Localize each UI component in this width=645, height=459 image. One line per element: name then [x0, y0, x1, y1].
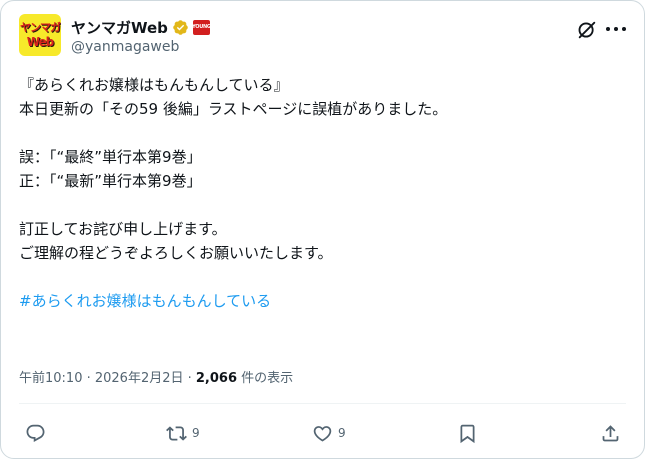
tweet-line — [19, 121, 619, 145]
user-handle[interactable]: @yanmagaweb — [71, 39, 179, 55]
display-name[interactable]: ヤンマガWeb — [71, 17, 168, 38]
action-bar: 9 9 — [1, 419, 645, 447]
share-icon — [602, 424, 619, 441]
name-row: ヤンマガWeb YOUNG — [71, 17, 211, 38]
reply-button[interactable] — [25, 419, 51, 447]
tweet-meta: 午前10:10 · 2026年2月2日 · 2,066 件の表示 — [19, 367, 293, 386]
views-label: 件の表示 — [237, 371, 294, 386]
tweet-line: ご理解の程どうぞよろしくお願いいたします。 — [19, 244, 333, 262]
more-icon[interactable] — [606, 26, 626, 32]
avatar-text-bottom: Web — [26, 35, 55, 49]
retweet-button[interactable]: 9 — [166, 419, 200, 447]
tweet-line: 誤：「“最終”単行本第9巻」 — [19, 148, 202, 166]
retweet-icon — [166, 425, 187, 441]
tweet-card: ヤンマガ Web ヤンマガWeb YOUNG @yanmagaweb 『あらくれ… — [0, 0, 645, 459]
share-button[interactable] — [600, 419, 621, 447]
tweet-text: 『あらくれお嬢様はもんもんしている』 本日更新の「その59 後編」ラストページに… — [19, 73, 619, 313]
hashtag-link[interactable]: #あらくれお嬢様はもんもんしている — [19, 292, 271, 310]
divider — [19, 403, 626, 404]
like-icon — [313, 425, 332, 442]
tweet-header: ヤンマガ Web ヤンマガWeb YOUNG @yanmagaweb — [19, 14, 626, 58]
tweet-line: 訂正してお詫び申し上げます。 — [19, 220, 227, 238]
avatar[interactable]: ヤンマガ Web — [19, 14, 61, 56]
tweet-line-hashtag: #あらくれお嬢様はもんもんしている — [19, 289, 619, 313]
views-count[interactable]: 2,066 — [196, 371, 237, 386]
verified-badge-icon — [173, 19, 188, 35]
tweet-line: 正：「“最新”単行本第9巻」 — [19, 172, 202, 190]
reply-icon — [26, 424, 45, 442]
timestamp[interactable]: 午前10:10 · 2026年2月2日 · — [19, 371, 196, 386]
tweet-line — [19, 193, 619, 217]
retweet-count: 9 — [192, 426, 200, 440]
bookmark-icon — [460, 424, 475, 443]
tweet-line — [19, 265, 619, 289]
affiliate-badge[interactable]: YOUNG — [192, 19, 211, 35]
like-count: 9 — [338, 426, 346, 440]
bookmark-button[interactable] — [457, 419, 478, 447]
like-button[interactable]: 9 — [312, 419, 346, 447]
grok-icon[interactable] — [576, 19, 598, 41]
avatar-text-top: ヤンマガ — [20, 21, 61, 34]
tweet-line: 『あらくれお嬢様はもんもんしている』 — [19, 76, 289, 94]
tweet-line: 本日更新の「その59 後編」ラストページに誤植がありました。 — [19, 100, 448, 118]
